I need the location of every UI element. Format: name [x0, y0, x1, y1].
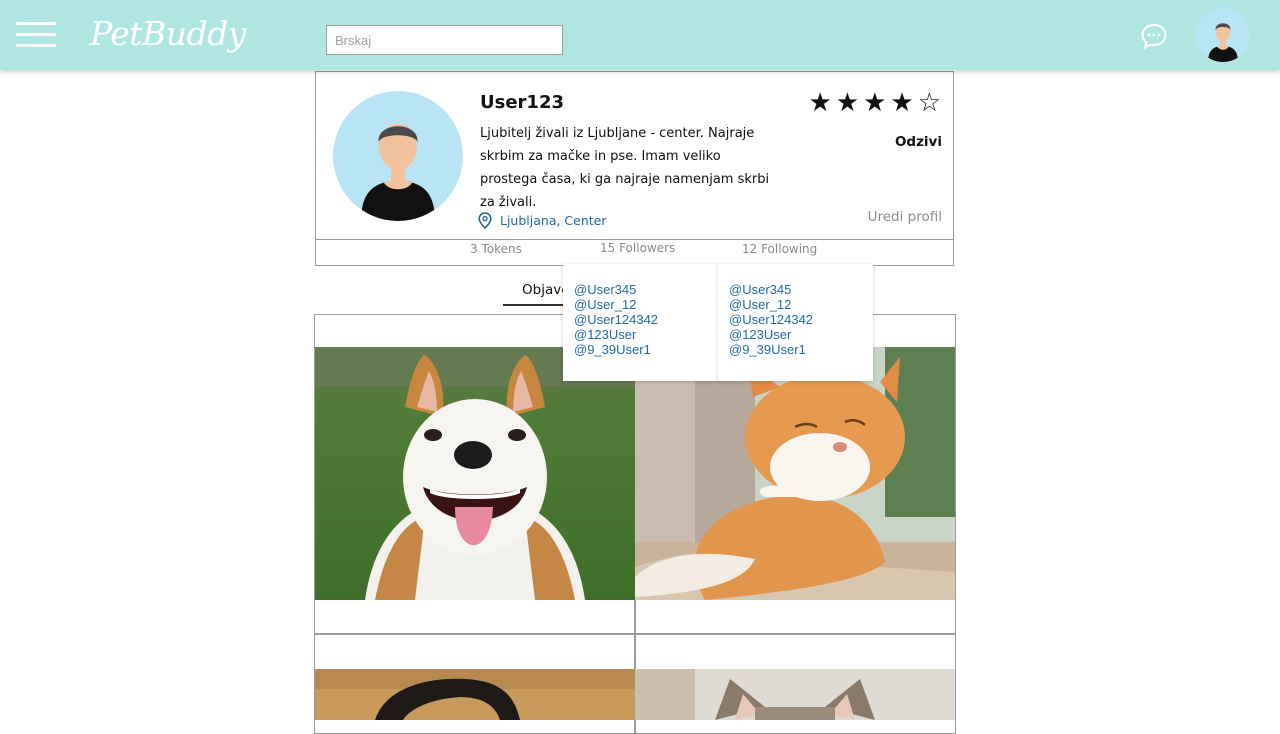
profile-bio: Ljubitelj živali iz Ljubljane - center. … [480, 126, 770, 210]
follower-link[interactable]: @User_12 [574, 297, 718, 312]
profile-avatar [333, 91, 463, 221]
profile-card: User123 Ljubitelj živali iz Ljubljane - … [315, 71, 954, 240]
edit-profile-button[interactable]: Uredi profil [868, 209, 942, 225]
following-dropdown: @User345 @User_12 @User124342 @123User @… [718, 264, 873, 381]
rating-stars: ★ ★ ★ ★ ☆ [808, 90, 941, 116]
search-input[interactable] [326, 25, 563, 55]
follower-link[interactable]: @User345 [574, 282, 718, 297]
profile-username: User123 [480, 92, 564, 113]
post-photo-cat[interactable] [635, 347, 955, 600]
following-link[interactable]: @User124342 [729, 312, 873, 327]
star-icon: ★ [890, 88, 914, 118]
following-link[interactable]: @User345 [729, 282, 873, 297]
stats-bar: 3 Tokens 15 Followers 12 Following [315, 240, 954, 266]
follower-link[interactable]: @User124342 [574, 312, 718, 327]
following-link[interactable]: @123User [729, 327, 873, 342]
following-link[interactable]: @9_39User1 [729, 342, 873, 357]
post-photo-cat[interactable] [635, 669, 955, 720]
post-photo-dog[interactable] [315, 347, 635, 600]
star-icon: ★ [835, 88, 860, 118]
user-avatar[interactable] [1196, 8, 1250, 62]
star-icon: ★ [863, 88, 887, 118]
follower-link[interactable]: @123User [574, 327, 718, 342]
star-icon: ★ [808, 88, 832, 118]
reviews-link[interactable]: Odzivi [895, 134, 942, 150]
top-bar: PetBuddy [0, 0, 1280, 70]
follower-link[interactable]: @9_39User1 [574, 342, 718, 357]
location-label: Ljubljana, Center [500, 213, 607, 228]
followers-dropdown: @User345 @User_12 @User124342 @123User @… [563, 264, 718, 381]
logo[interactable]: PetBuddy [90, 14, 246, 53]
profile-location[interactable]: Ljubljana, Center [478, 212, 607, 229]
following-link[interactable]: @User_12 [729, 297, 873, 312]
location-pin-icon [478, 212, 492, 229]
following-count[interactable]: 12 Following [742, 242, 817, 256]
post-photo-dog[interactable] [315, 669, 635, 720]
star-outline-icon: ☆ [917, 88, 941, 118]
followers-count[interactable]: 15 Followers [600, 241, 675, 255]
chat-bubble-icon[interactable] [1140, 22, 1168, 50]
hamburger-icon[interactable] [16, 22, 56, 48]
tokens-count[interactable]: 3 Tokens [470, 242, 522, 256]
